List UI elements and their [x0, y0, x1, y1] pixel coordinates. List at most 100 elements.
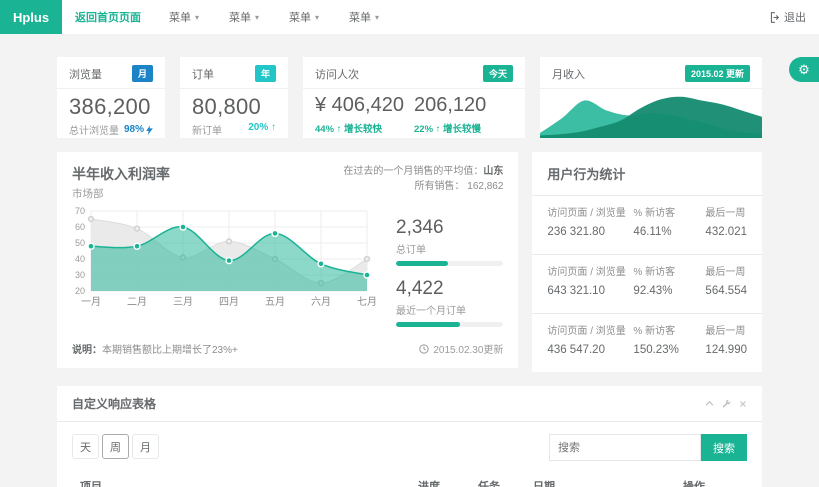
card-page-views: 浏览量 月 386,200 总计浏览量 98% — [57, 57, 165, 138]
stat-label: 访问页面 / 浏览量 — [547, 207, 633, 221]
stat-value: 432.021 — [705, 225, 747, 241]
income-mini-chart — [540, 89, 762, 138]
col-header-task: 任务 — [470, 471, 525, 487]
nav-menu-label: 菜单 — [349, 9, 371, 25]
stat-value: 643 321.10 — [547, 284, 633, 300]
tab-month[interactable]: 月 — [132, 434, 159, 459]
nav-menu-label: 菜单 — [289, 9, 311, 25]
period-badge: 今天 — [483, 65, 513, 82]
user-stats-row: 访问页面 / 浏览量 436 547.20 % 新访客 150.23% 最后一周 12… — [532, 314, 762, 372]
stat-value: 436 547.20 — [547, 343, 633, 359]
tab-week[interactable]: 周 — [102, 434, 129, 459]
panel-title: 自定义响应表格 — [72, 395, 156, 412]
note-label: 说明： — [72, 345, 102, 356]
sign-out-icon — [768, 12, 779, 23]
search-button[interactable]: 搜索 — [701, 434, 747, 461]
card-value: ¥ 406,420 — [315, 94, 414, 117]
stat-label: 访问页面 / 浏览量 — [547, 325, 633, 339]
dashboard-content: 浏览量 月 386,200 总计浏览量 98% 订单 年 80,800 新订单 — [0, 34, 819, 487]
card-title: 订单 — [192, 66, 214, 82]
stat-label: % 新访客 — [633, 207, 705, 221]
avg-label: 在过去的一个月销售的平均值： — [343, 166, 483, 177]
card-title: 月收入 — [552, 66, 585, 82]
panel-subtitle: 市场部 — [72, 186, 170, 201]
month-orders-label: 最近一个月订单 — [396, 302, 503, 317]
svg-text:70: 70 — [75, 206, 85, 216]
col-header-project: 项目 — [72, 471, 410, 487]
projects-table: 项目 进度 任务 日期 操作 米莫说 | MiMO Show 20% 2014.… — [72, 471, 747, 487]
svg-text:二月: 二月 — [127, 296, 147, 308]
card-value: 80,800 — [192, 94, 276, 120]
level-up-icon: ↑ — [271, 122, 276, 133]
close-icon — [739, 400, 747, 408]
nav-menu-2[interactable]: 菜单 ▾ — [214, 0, 274, 34]
responsive-table-panel: 自定义响应表格 天 周 月 搜索 — [57, 386, 762, 487]
svg-text:七月: 七月 — [357, 296, 377, 308]
chevron-down-icon: ▾ — [375, 13, 379, 22]
nav-menu-1[interactable]: 菜单 ▾ — [154, 0, 214, 34]
card-value: 386,200 — [69, 94, 153, 120]
card-monthly-income: 月收入 2015.02 更新 — [540, 57, 762, 138]
logout-button[interactable]: 退出 — [755, 0, 819, 34]
stat-value: 124.990 — [705, 343, 747, 359]
card-orders: 订单 年 80,800 新订单 20% ↑ — [180, 57, 288, 138]
updated-text: 2015.02.30更新 — [433, 341, 503, 356]
nav-menu-3[interactable]: 菜单 ▾ — [274, 0, 334, 34]
chevron-up-icon — [705, 399, 714, 408]
stat-label: 最后一周 — [705, 266, 747, 280]
updated-badge: 2015.02 更新 — [685, 65, 750, 82]
nav-menu-label: 菜单 — [229, 9, 251, 25]
nav-menu-label: 菜单 — [169, 9, 191, 25]
bolt-icon — [146, 125, 153, 135]
col-header-date: 日期 — [525, 471, 675, 487]
chevron-down-icon: ▾ — [315, 13, 319, 22]
col-header-action: 操作 — [675, 471, 747, 487]
avg-value: 山东 — [483, 166, 503, 177]
svg-text:五月: 五月 — [265, 296, 285, 308]
nav-menu-4[interactable]: 菜单 ▾ — [334, 0, 394, 34]
chevron-down-icon: ▾ — [195, 13, 199, 22]
stat-value: 236 321.80 — [547, 225, 633, 241]
card-stat: 20% — [248, 122, 268, 133]
search-input[interactable] — [549, 434, 701, 461]
stat-label: 最后一周 — [705, 207, 747, 221]
chevron-down-icon: ▾ — [255, 13, 259, 22]
orders-summary: 2,346 总订单 4,422 最近一个月订单 — [380, 205, 503, 339]
nav-home-link[interactable]: 返回首页页面 — [62, 0, 154, 34]
panel-note: 说明：本期销售额比上期增长了23%+ — [72, 341, 238, 356]
total-orders-progress — [396, 261, 503, 266]
stat-label: 访问页面 / 浏览量 — [547, 266, 633, 280]
main-nav: 返回首页页面 菜单 ▾ 菜单 ▾ 菜单 ▾ 菜单 ▾ — [62, 0, 394, 34]
svg-text:四月: 四月 — [219, 296, 239, 308]
panel-title: 用户行为统计 — [532, 152, 762, 196]
collapse-button[interactable] — [705, 399, 714, 408]
period-badge: 月 — [132, 65, 153, 82]
card-stat: 44% ↑ 增长较快 — [315, 121, 414, 135]
tab-day[interactable]: 天 — [72, 434, 99, 459]
svg-text:20: 20 — [75, 286, 85, 296]
card-value: 206,120 — [414, 94, 513, 117]
stat-card-row: 浏览量 月 386,200 总计浏览量 98% 订单 年 80,800 新订单 — [57, 57, 762, 138]
panel-title: 半年收入利润率 — [72, 164, 170, 184]
brand-logo[interactable]: Hplus — [0, 0, 62, 34]
panel-summary: 在过去的一个月销售的平均值：山东 所有销售： 162,862 — [343, 164, 503, 201]
note-text: 本期销售额比上期增长了23%+ — [102, 345, 238, 356]
settings-gear-button[interactable]: ⚙ — [789, 57, 819, 82]
user-behavior-panel: 用户行为统计 访问页面 / 浏览量236 321.80 % 新访客46.11% … — [532, 152, 762, 372]
col-header-progress: 进度 — [410, 471, 470, 487]
logout-label: 退出 — [784, 9, 806, 25]
month-orders-progress — [396, 322, 503, 327]
period-tab-group: 天 周 月 — [72, 434, 159, 461]
user-stats-row: 访问页面 / 浏览量643 321.10 % 新访客92.43% 最后一周564… — [532, 255, 762, 314]
sales-label: 所有销售： — [414, 181, 464, 192]
stat-label: 最后一周 — [705, 325, 747, 339]
top-navbar: Hplus 返回首页页面 菜单 ▾ 菜单 ▾ 菜单 ▾ 菜单 ▾ 退出 — [0, 0, 819, 34]
card-stat: 22% ↑ 增长较慢 — [414, 121, 513, 135]
config-button[interactable] — [722, 399, 731, 408]
profit-area-chart: 203040506070一月二月三月四月五月六月七月 — [65, 205, 380, 339]
stat-label: % 新访客 — [633, 325, 705, 339]
close-button[interactable] — [739, 400, 747, 408]
stat-value: 150.23% — [633, 343, 705, 359]
sales-value: 162,862 — [467, 181, 503, 192]
total-orders-value: 2,346 — [396, 217, 503, 239]
